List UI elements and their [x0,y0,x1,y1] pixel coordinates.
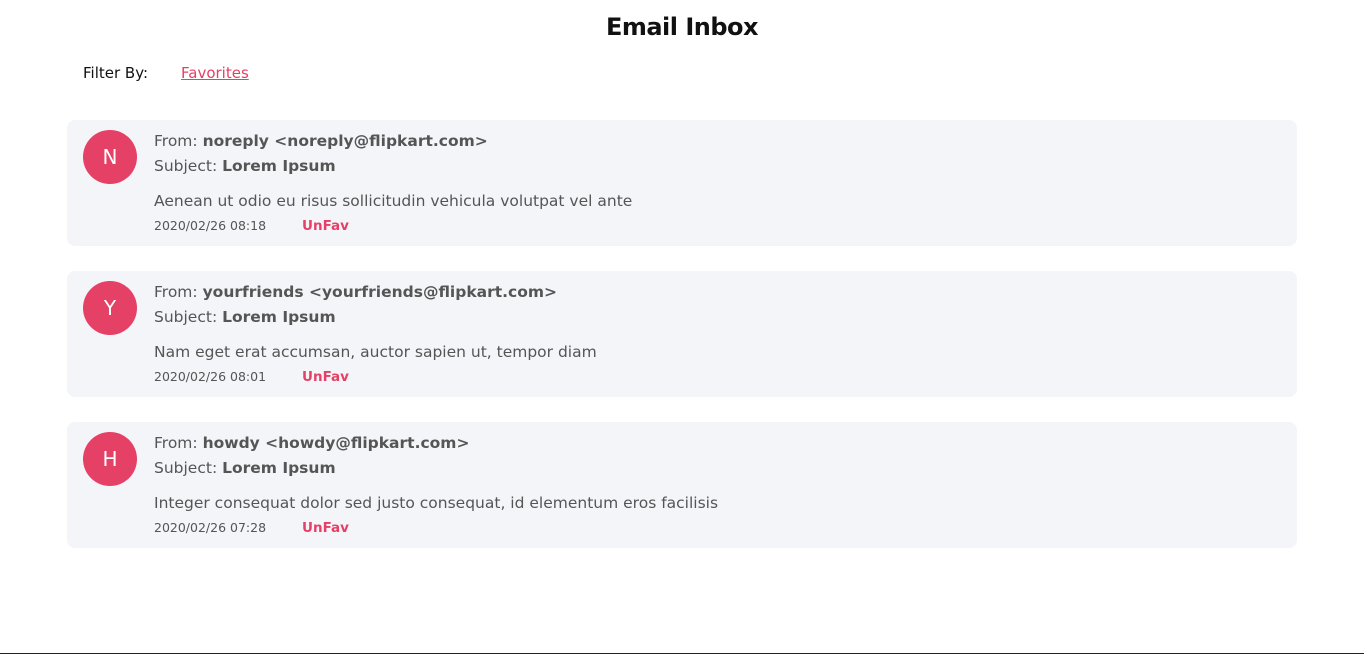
email-date: 2020/02/26 08:18 [154,218,267,233]
filter-bar: Filter By: Favorites [83,64,249,82]
from-value: howdy <howdy@flipkart.com> [202,434,470,452]
email-subject: Subject: Lorem Ipsum [154,456,1277,481]
subject-label: Subject: [154,308,223,326]
page-title: Email Inbox [605,13,759,41]
email-meta: 2020/02/26 08:18 UnFav [154,215,1277,237]
email-card[interactable]: H From: howdy <howdy@flipkart.com> Subje… [67,422,1297,548]
email-meta: 2020/02/26 08:01 UnFav [154,366,1277,388]
subject-value: Lorem Ipsum [222,308,336,326]
email-snippet: Aenean ut odio eu risus sollicitudin veh… [154,192,633,210]
filter-label: Filter By: [83,64,149,82]
avatar: H [83,432,137,486]
from-value: yourfriends <yourfriends@flipkart.com> [202,283,558,301]
unfav-button[interactable]: UnFav [302,215,349,237]
email-card[interactable]: N From: noreply <noreply@flipkart.com> S… [67,120,1297,246]
avatar: N [83,130,137,184]
filter-favorites-link[interactable]: Favorites [181,64,249,82]
email-date: 2020/02/26 08:01 [154,369,267,384]
subject-label: Subject: [154,157,223,175]
email-from: From: noreply <noreply@flipkart.com> [154,129,1277,154]
unfav-button[interactable]: UnFav [302,517,349,539]
email-from: From: howdy <howdy@flipkart.com> [154,431,1277,456]
email-meta: 2020/02/26 07:28 UnFav [154,517,1277,539]
email-snippet: Integer consequat dolor sed justo conseq… [154,494,719,512]
email-body: From: howdy <howdy@flipkart.com> Subject… [154,431,1277,539]
email-subject: Subject: Lorem Ipsum [154,305,1277,330]
email-from: From: yourfriends <yourfriends@flipkart.… [154,280,1277,305]
email-card[interactable]: Y From: yourfriends <yourfriends@flipkar… [67,271,1297,397]
from-label: From: [154,434,203,452]
email-list: N From: noreply <noreply@flipkart.com> S… [67,120,1297,573]
email-snippet: Nam eget erat accumsan, auctor sapien ut… [154,343,597,361]
avatar: Y [83,281,137,335]
email-date: 2020/02/26 07:28 [154,520,267,535]
from-label: From: [154,132,203,150]
email-subject: Subject: Lorem Ipsum [154,154,1277,179]
subject-value: Lorem Ipsum [222,459,336,477]
email-body: From: yourfriends <yourfriends@flipkart.… [154,280,1277,388]
email-inbox-page: Email Inbox Filter By: Favorites N From:… [0,0,1364,654]
unfav-button[interactable]: UnFav [302,366,349,388]
subject-value: Lorem Ipsum [222,157,336,175]
subject-label: Subject: [154,459,223,477]
email-body: From: noreply <noreply@flipkart.com> Sub… [154,129,1277,237]
from-label: From: [154,283,203,301]
from-value: noreply <noreply@flipkart.com> [202,132,488,150]
